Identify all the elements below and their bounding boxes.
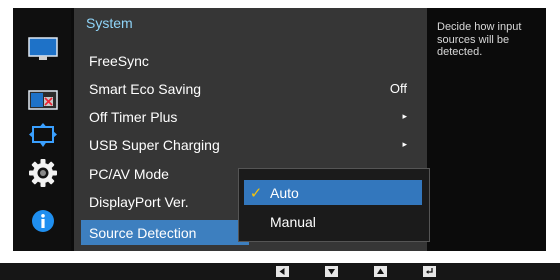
menu-title: System	[86, 15, 133, 31]
option-manual[interactable]: Manual	[244, 209, 422, 234]
menu-item-value: Off	[389, 81, 407, 96]
help-text: Decide how input sources will be detecte…	[437, 21, 522, 58]
help-panel: Decide how input sources will be detecte…	[427, 8, 546, 251]
down-key-icon[interactable]	[325, 266, 338, 277]
menu-item-label: Source Detection	[89, 224, 197, 241]
menu-item-off-timer-plus[interactable]: Off Timer Plus ▸	[81, 104, 421, 129]
left-key-icon[interactable]	[276, 266, 289, 277]
color-icon[interactable]	[23, 86, 63, 116]
size-position-icon[interactable]	[23, 120, 63, 150]
checkmark-icon: ✓	[249, 184, 263, 202]
menu-item-label: USB Super Charging	[89, 136, 220, 153]
source-detection-submenu: ✓ Auto Manual	[238, 168, 430, 242]
menu-item-label: Smart Eco Saving	[89, 80, 202, 97]
menu-item-label: FreeSync	[89, 52, 149, 69]
menu-item-label: Off Timer Plus	[89, 108, 178, 125]
option-auto[interactable]: ✓ Auto	[244, 180, 422, 205]
enter-key-icon[interactable]	[423, 266, 436, 277]
menu-item-usb-super-charging[interactable]: USB Super Charging ▸	[81, 132, 421, 157]
information-icon[interactable]	[23, 206, 63, 236]
option-label: Auto	[270, 184, 299, 201]
navigation-key-bar	[0, 263, 560, 280]
category-sidebar	[13, 8, 71, 251]
submenu-arrow-icon: ▸	[402, 139, 407, 149]
picture-icon[interactable]	[23, 34, 63, 64]
system-settings-icon[interactable]	[23, 158, 63, 188]
submenu-arrow-icon: ▸	[402, 111, 407, 121]
option-label: Manual	[270, 213, 316, 230]
menu-item-source-detection[interactable]: Source Detection	[81, 220, 249, 245]
menu-item-freesync[interactable]: FreeSync	[81, 48, 421, 73]
menu-item-smart-eco-saving[interactable]: Smart Eco Saving Off	[81, 76, 421, 101]
up-key-icon[interactable]	[374, 266, 387, 277]
